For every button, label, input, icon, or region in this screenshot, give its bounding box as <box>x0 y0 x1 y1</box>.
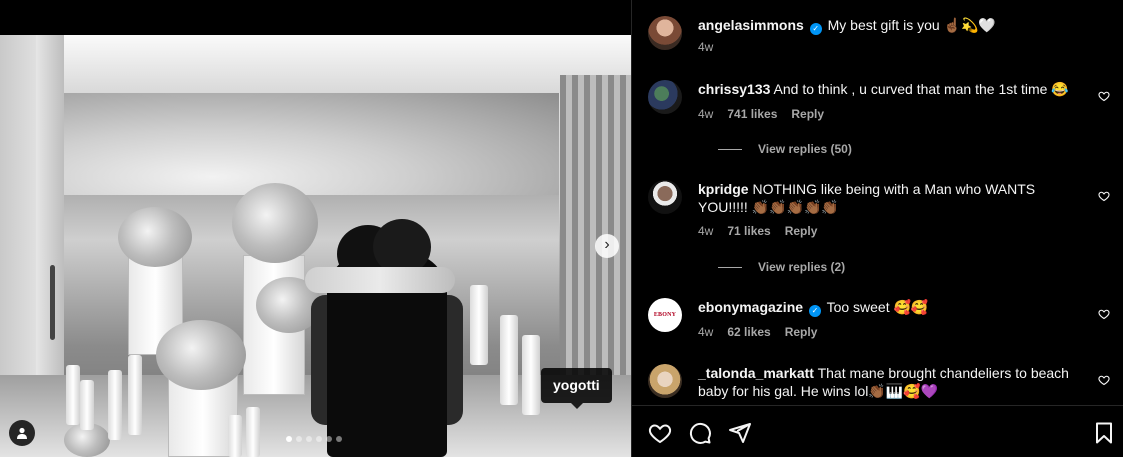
reply-button[interactable]: Reply <box>785 224 818 238</box>
carousel-dot <box>336 436 342 442</box>
photo-ceiling <box>0 35 631 93</box>
post-photo[interactable] <box>0 35 631 457</box>
post-caption: angelasimmons ✓ My best gift is you ☝🏾💫🤍… <box>648 16 1118 56</box>
candle <box>500 315 518 405</box>
candle <box>228 415 242 457</box>
caption-text-block: angelasimmons ✓ My best gift is you ☝🏾💫🤍 <box>698 16 1088 35</box>
comment-icon[interactable] <box>688 421 712 445</box>
view-replies-button[interactable]: View replies (50) <box>718 142 852 156</box>
verified-badge-icon: ✓ <box>809 23 822 35</box>
comment-item: chrissy133 And to think , u curved that … <box>648 80 1118 160</box>
timestamp[interactable]: 4w <box>698 40 713 54</box>
carousel-dot <box>326 436 332 442</box>
comments-scroll[interactable]: angelasimmons ✓ My best gift is you ☝🏾💫🤍… <box>632 0 1123 405</box>
divider-line <box>718 266 742 268</box>
heart-icon[interactable] <box>1098 90 1110 102</box>
like-count[interactable]: 71 likes <box>727 224 770 238</box>
username-link[interactable]: _talonda_markatt <box>698 365 814 381</box>
candle <box>108 370 122 440</box>
show-tags-button[interactable] <box>9 420 35 446</box>
comments-panel: angelasimmons ✓ My best gift is you ☝🏾💫🤍… <box>631 0 1123 457</box>
carousel-dot <box>306 436 312 442</box>
candle <box>246 407 260 457</box>
carousel-dot <box>316 436 322 442</box>
like-count[interactable]: 741 likes <box>727 107 777 121</box>
avatar[interactable]: EBONY <box>648 298 682 332</box>
heart-icon[interactable] <box>1098 308 1110 320</box>
share-icon[interactable] <box>728 421 752 445</box>
username-link[interactable]: chrissy133 <box>698 81 770 97</box>
caption-text: My best gift is you ☝🏾💫🤍 <box>827 17 996 33</box>
photo-couple <box>305 219 480 457</box>
divider-line <box>718 148 742 150</box>
comment-text-block: _talonda_markatt That mane brought chand… <box>698 364 1088 400</box>
next-slide-button[interactable]: › <box>595 234 619 258</box>
comment-item: _talonda_markatt That mane brought chand… <box>648 364 1118 405</box>
timestamp[interactable]: 4w <box>698 224 713 238</box>
reply-button[interactable]: Reply <box>785 325 818 339</box>
post-media: › yogotti <box>0 0 631 457</box>
timestamp[interactable]: 4w <box>698 325 713 339</box>
username-link[interactable]: ebonymagazine <box>698 299 803 315</box>
avatar-logo-text: EBONY <box>653 312 677 318</box>
view-replies-button[interactable]: View replies (2) <box>718 260 845 274</box>
candle <box>80 380 94 430</box>
heart-icon[interactable] <box>648 421 672 445</box>
candle <box>66 365 80 425</box>
carousel-dot <box>296 436 302 442</box>
comment-text: And to think , u curved that man the 1st… <box>773 81 1069 97</box>
timestamp[interactable]: 4w <box>698 107 713 121</box>
rose-arrangement <box>118 207 192 267</box>
avatar[interactable] <box>648 80 682 114</box>
comment-text: NOTHING like being with a Man who WANTS … <box>698 181 1036 215</box>
comment-meta: 4w 741 likes Reply <box>698 107 824 121</box>
comment-meta: 4w 71 likes Reply <box>698 224 817 238</box>
photo-user-tag[interactable]: yogotti <box>541 368 612 409</box>
reply-button[interactable]: Reply <box>791 107 824 121</box>
rose-arrangement <box>156 320 246 390</box>
like-count[interactable]: 62 likes <box>727 325 770 339</box>
caption-meta: 4w <box>698 40 713 54</box>
comment-item: EBONY ebonymagazine ✓ Too sweet 🥰🥰 4w 62… <box>648 298 1118 348</box>
comment-text-block: kpridge NOTHING like being with a Man wh… <box>698 180 1088 216</box>
avatar[interactable] <box>648 180 682 214</box>
candle <box>522 335 540 415</box>
bookmark-icon[interactable] <box>1092 421 1116 445</box>
username-link[interactable]: angelasimmons <box>698 17 804 33</box>
view-replies-label: View replies (2) <box>758 260 846 274</box>
user-tag-icon <box>17 427 27 439</box>
verified-badge-icon: ✓ <box>808 305 821 317</box>
photo-user-tag-label: yogotti <box>553 377 600 393</box>
photo-door-handle <box>50 265 55 340</box>
comment-meta: 4w 62 likes Reply <box>698 325 817 339</box>
comment-item: kpridge NOTHING like being with a Man wh… <box>648 180 1118 280</box>
heart-icon[interactable] <box>1098 190 1110 202</box>
avatar[interactable] <box>648 364 682 398</box>
carousel-dot <box>286 436 292 442</box>
username-link[interactable]: kpridge <box>698 181 749 197</box>
comment-text-block: ebonymagazine ✓ Too sweet 🥰🥰 <box>698 298 1088 317</box>
view-replies-label: View replies (50) <box>758 142 852 156</box>
candle <box>128 355 142 435</box>
comment-text: Too sweet 🥰🥰 <box>826 299 929 315</box>
post-action-bar <box>632 405 1123 457</box>
heart-icon[interactable] <box>1098 374 1110 386</box>
carousel-indicator <box>286 436 342 442</box>
comment-text-block: chrissy133 And to think , u curved that … <box>698 80 1088 98</box>
chevron-right-icon: › <box>604 236 610 253</box>
avatar[interactable] <box>648 16 682 50</box>
